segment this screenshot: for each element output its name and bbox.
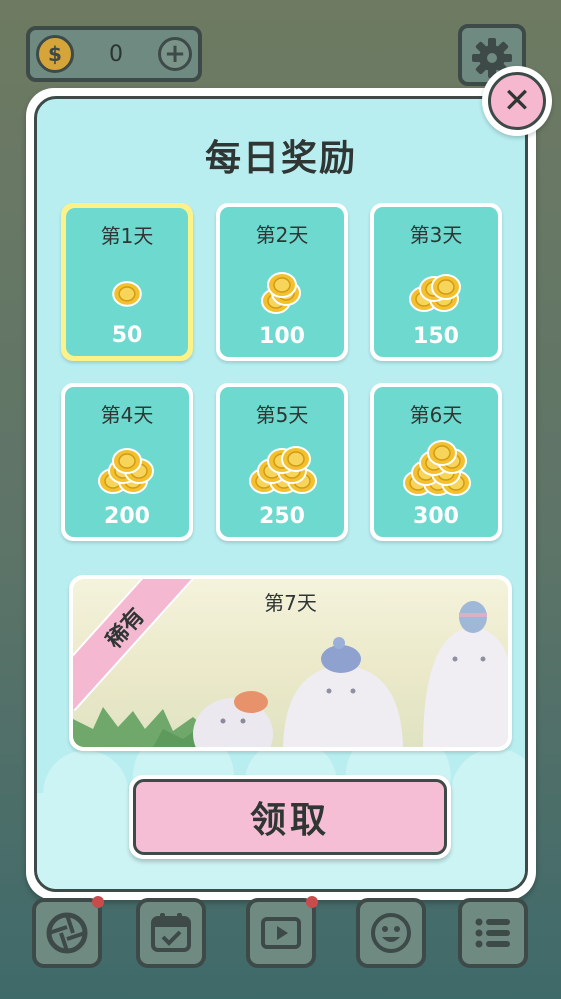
close-icon: ✕	[488, 72, 546, 130]
day-card-face: 第6天 300	[374, 387, 498, 537]
nav-button-video[interactable]	[246, 896, 318, 968]
coin-count: 0	[109, 41, 123, 67]
day-2-card[interactable]: 第2天 100	[216, 203, 348, 361]
daily-reward-dialog: 每日奖励 第1天 50 第2天 100 第3天 150 第4天 200 第5天 250 第6天 300…	[26, 88, 536, 900]
close-button[interactable]: ✕	[482, 66, 552, 136]
calendar-check-icon	[151, 913, 191, 952]
reward-amount: 150	[413, 324, 459, 349]
dialog-title: 每日奖励	[204, 138, 357, 179]
day-4-card[interactable]: 第4天 200	[61, 383, 193, 541]
nav-button-aperture[interactable]	[32, 896, 104, 968]
notification-dot	[306, 896, 318, 908]
day-1-card[interactable]: 第1天 50	[61, 203, 193, 361]
coin-stack-icon	[220, 257, 344, 317]
list-icon	[475, 918, 510, 948]
coin-stack-icon	[374, 437, 498, 497]
reward-amount: 250	[259, 504, 305, 529]
day-label: 第3天	[409, 223, 463, 247]
day-7-rare-card[interactable]: 稀有 第7天	[69, 575, 512, 751]
nav-button-emoji[interactable]	[356, 898, 426, 968]
claim-button[interactable]: 领取	[129, 775, 451, 859]
day-label: 第1天	[100, 224, 154, 248]
day-card-face: 第1天 50	[66, 208, 188, 356]
rare-card-illustration: 稀有 第7天	[73, 579, 508, 747]
day-5-card[interactable]: 第5天 250	[216, 383, 348, 541]
aperture-icon	[46, 912, 88, 954]
reward-amount: 100	[259, 324, 305, 349]
claim-button-label: 领取	[133, 779, 447, 855]
day-label: 第4天	[100, 403, 154, 427]
day-card-face: 第5天 250	[220, 387, 344, 537]
gold-coins-icon	[98, 448, 154, 494]
day-label: 第6天	[409, 403, 463, 427]
smiley-icon	[371, 913, 411, 953]
nav-button-list[interactable]	[458, 898, 528, 968]
reward-amount: 50	[111, 323, 143, 348]
nav-button-calendar[interactable]	[136, 898, 206, 968]
gold-coins-icon	[249, 446, 317, 494]
coin-icon: $	[36, 35, 74, 73]
gold-coins-icon	[261, 272, 301, 314]
gold-coins-icon	[403, 440, 471, 496]
day-3-card[interactable]: 第3天 150	[370, 203, 502, 361]
gold-coins-icon	[409, 274, 461, 312]
reward-amount: 200	[104, 504, 150, 529]
gold-coins-icon	[112, 281, 142, 307]
video-play-icon	[261, 917, 301, 949]
coin-stack-icon	[220, 437, 344, 497]
day-card-face: 第3天 150	[374, 207, 498, 357]
day-card-face: 第2天 100	[220, 207, 344, 357]
add-coins-button[interactable]: +	[158, 37, 192, 71]
coin-balance-bar: $ 0 +	[26, 26, 202, 82]
day-6-card[interactable]: 第6天 300	[370, 383, 502, 541]
coin-stack-icon	[65, 437, 189, 497]
notification-dot	[92, 896, 104, 908]
dialog-panel: 每日奖励 第1天 50 第2天 100 第3天 150 第4天 200 第5天 250 第6天 300…	[34, 96, 528, 892]
day-label: 第2天	[255, 223, 309, 247]
reward-amount: 300	[413, 504, 459, 529]
day-label: 第5天	[255, 403, 309, 427]
coin-stack-icon	[66, 258, 188, 318]
coin-stack-icon	[374, 257, 498, 317]
day-card-face: 第4天 200	[65, 387, 189, 537]
